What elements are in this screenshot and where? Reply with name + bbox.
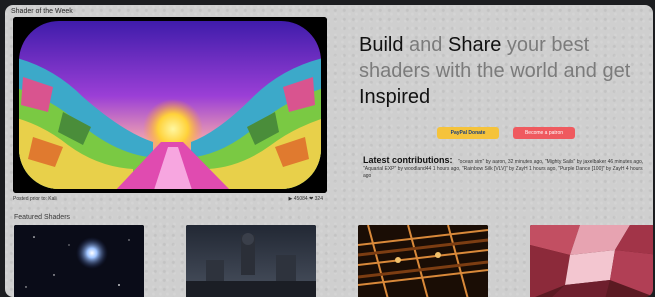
featured-shader-thumb-4[interactable] <box>530 225 653 297</box>
featured-shader-thumb-1[interactable] <box>14 225 144 297</box>
hero-word-and: and <box>409 34 443 56</box>
hero-word-share: Share <box>447 34 502 56</box>
video-author[interactable]: Posted prior to: Kali <box>13 196 57 202</box>
patreon-button[interactable]: Become a patron <box>513 127 575 139</box>
hero-headline: Build and Share your best shaders with t… <box>359 32 644 110</box>
video-stats: ▶ 45084 ❤ 324 <box>288 196 323 202</box>
hero-word-inspired: Inspired <box>359 86 431 108</box>
featured-shaders-label: Featured Shaders <box>14 214 71 221</box>
video-info-bar: Posted prior to: Kali ▶ 45084 ❤ 324 <box>11 195 327 204</box>
hero-word-build: Build <box>359 34 404 56</box>
featured-shader-thumb-3[interactable] <box>358 225 488 297</box>
latest-contributions-title: Latest contributions: <box>363 155 453 165</box>
latest-contributions: Latest contributions: "ocean sim" by aar… <box>363 155 648 180</box>
main-panel: Shader of the Week Posted prior to: Kali… <box>5 5 653 297</box>
shader-of-the-week-video[interactable] <box>13 17 327 193</box>
paypal-donate-button[interactable]: PayPal Donate <box>437 127 499 139</box>
shader-of-the-week-label: Shader of the Week <box>11 8 73 15</box>
featured-shader-thumb-2[interactable] <box>186 225 316 297</box>
